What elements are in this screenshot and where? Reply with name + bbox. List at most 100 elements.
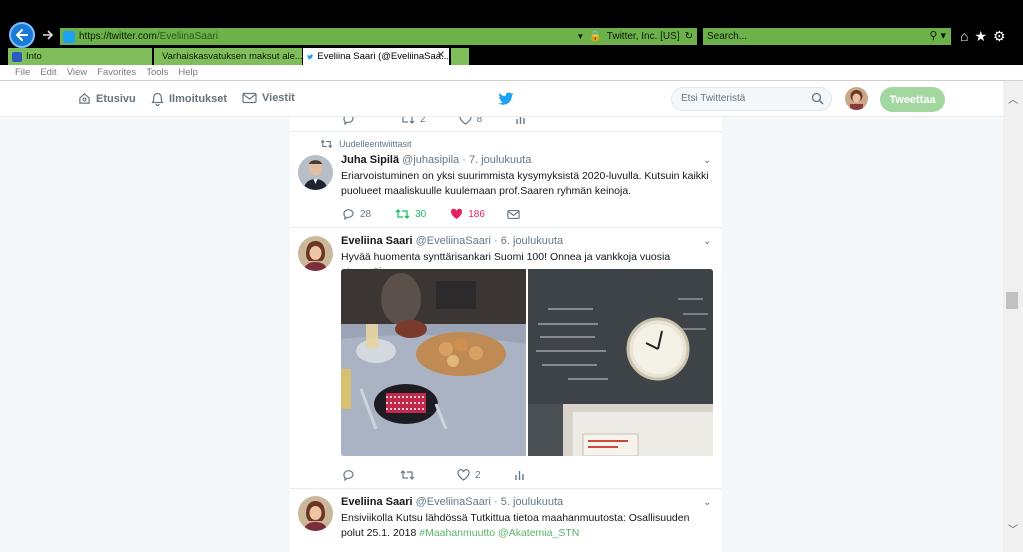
tab-into[interactable]: Into xyxy=(8,48,152,65)
browser-actions: ⌂ ★ ⚙ xyxy=(960,27,1006,45)
analytics-action[interactable] xyxy=(514,469,525,481)
retweet-icon xyxy=(320,139,333,149)
tweet-date[interactable]: · 7. joulukuuta xyxy=(462,154,531,166)
twitter-logo-icon[interactable] xyxy=(498,92,514,106)
url-host: twitter.com xyxy=(109,31,157,42)
favorites-star-icon[interactable]: ★ xyxy=(974,27,987,45)
url-scheme: https:// xyxy=(79,31,110,42)
analytics-action[interactable] xyxy=(515,117,526,125)
avatar[interactable] xyxy=(298,236,333,271)
site-identity[interactable]: Twitter, Inc. [US] xyxy=(607,31,680,42)
chevron-down-icon[interactable]: ⌄ xyxy=(703,497,711,508)
bell-icon xyxy=(151,92,164,106)
search-icon[interactable] xyxy=(811,92,824,105)
nav-home[interactable]: Etusivu xyxy=(78,92,136,105)
retweeted-text: Uudelleentwiittasit xyxy=(339,139,412,149)
heart-icon xyxy=(457,469,470,481)
author-handle[interactable]: @EveliinaSaari xyxy=(416,235,491,247)
avatar[interactable] xyxy=(298,155,333,190)
bar-chart-icon xyxy=(514,471,524,480)
scroll-thumb[interactable] xyxy=(1006,292,1018,309)
tweet-date[interactable]: · 5. joulukuuta xyxy=(494,496,563,508)
twitter-header: Etusivu Ilmoitukset Viestit Etsi Twitter… xyxy=(0,81,1003,117)
tweet-header: Juha Sipilä @juhasipila · 7. joulukuuta xyxy=(341,154,531,166)
left-column xyxy=(0,117,290,552)
back-button[interactable] xyxy=(9,22,35,48)
retweet-action[interactable]: 30 xyxy=(395,208,426,220)
nav-notifications[interactable]: Ilmoitukset xyxy=(151,92,227,106)
menu-view[interactable]: View xyxy=(67,67,87,78)
menu-help[interactable]: Help xyxy=(178,67,198,78)
tweet-date[interactable]: · 6. joulukuuta xyxy=(494,235,563,247)
dropdown-arrow-icon[interactable]: ▼ xyxy=(576,32,584,41)
close-tab-icon[interactable]: ✕ xyxy=(437,50,445,61)
lock-icon[interactable]: 🔒 xyxy=(589,31,601,42)
retweeted-label: Uudelleentwiittasit xyxy=(320,139,412,149)
hashtag-link[interactable]: #Maahanmuutto xyxy=(419,527,495,539)
tweet-actions: 2 8 xyxy=(342,117,526,125)
tweet-media[interactable] xyxy=(341,269,713,456)
tweet-actions: 2 xyxy=(342,469,525,481)
menu-tools[interactable]: Tools xyxy=(146,67,168,78)
message-action[interactable] xyxy=(507,209,520,220)
scroll-down-icon[interactable]: ﹀ xyxy=(1008,521,1018,536)
reply-action[interactable] xyxy=(342,469,355,481)
tab-varhaiskasvatus[interactable]: Varhaiskasvatuksen maksut ale... xyxy=(154,48,302,65)
avatar[interactable] xyxy=(298,496,333,531)
settings-gear-icon[interactable]: ⚙ xyxy=(993,27,1006,45)
home-icon[interactable]: ⌂ xyxy=(960,27,968,45)
new-tab-button[interactable] xyxy=(451,48,469,65)
browser-toolbar: https:// twitter.com /EveliinaSaari ▼ 🔒 … xyxy=(0,0,1023,48)
avatar-image xyxy=(845,87,868,110)
heart-icon xyxy=(458,117,472,125)
author-handle[interactable]: @juhasipila xyxy=(402,154,459,166)
arrow-left-icon xyxy=(16,29,28,41)
twitter-search-input[interactable]: Etsi Twitteristä xyxy=(671,87,832,111)
divider xyxy=(290,488,722,489)
chalkboard-clock-photo[interactable] xyxy=(528,269,713,456)
retweet-action[interactable]: 2 xyxy=(400,117,426,125)
refresh-icon[interactable]: ↻ xyxy=(685,31,693,42)
like-action[interactable]: 2 xyxy=(457,469,481,481)
author-handle[interactable]: @EveliinaSaari xyxy=(416,496,491,508)
like-action[interactable]: 8 xyxy=(458,117,482,125)
menu-file[interactable]: File xyxy=(15,67,30,78)
page-scrollbar[interactable]: ︿ ﹀ xyxy=(1003,81,1023,552)
avatar-image xyxy=(298,155,333,190)
mention-link[interactable]: @Akatemia_STN xyxy=(498,527,579,539)
address-bar[interactable]: https:// twitter.com /EveliinaSaari ▼ 🔒 … xyxy=(60,28,697,45)
browser-search-input[interactable]: Search... ⚲ ▾ xyxy=(703,28,951,45)
tweet-button[interactable]: Tweettaa xyxy=(880,87,945,112)
menu-bar: File Edit View Favorites Tools Help xyxy=(0,65,1023,81)
search-icon[interactable]: ⚲ ▾ xyxy=(929,29,946,42)
scroll-up-icon[interactable]: ︿ xyxy=(1008,91,1018,106)
tweet-actions: 28 30 186 xyxy=(342,208,520,220)
tweet-stream: 2 8 Uudelleentwiittasit Juha Sipilä @juh… xyxy=(290,117,722,552)
forward-button[interactable] xyxy=(40,27,56,43)
nav-messages[interactable]: Viestit xyxy=(242,92,295,104)
menu-favorites[interactable]: Favorites xyxy=(97,67,136,78)
menu-edit[interactable]: Edit xyxy=(40,67,56,78)
bar-chart-icon xyxy=(516,117,525,124)
envelope-icon xyxy=(242,92,257,104)
user-avatar[interactable] xyxy=(845,87,868,110)
reply-action[interactable] xyxy=(342,117,355,125)
author-name[interactable]: Eveliina Saari xyxy=(341,496,413,508)
tweet-header: Eveliina Saari @EveliinaSaari · 6. joulu… xyxy=(341,235,563,247)
retweet-icon xyxy=(400,470,415,480)
retweet-count: 30 xyxy=(415,208,427,220)
chevron-down-icon[interactable]: ⌄ xyxy=(703,236,711,247)
breakfast-table-photo[interactable] xyxy=(341,269,526,456)
author-name[interactable]: Eveliina Saari xyxy=(341,235,413,247)
reply-action[interactable]: 28 xyxy=(342,208,371,220)
chevron-down-icon[interactable]: ⌄ xyxy=(703,155,711,166)
tab-label: Varhaiskasvatuksen maksut ale... xyxy=(162,51,302,62)
like-action[interactable]: 186 xyxy=(450,208,485,220)
author-name[interactable]: Juha Sipilä xyxy=(341,154,399,166)
nav-messages-label: Viestit xyxy=(262,92,295,104)
reply-icon xyxy=(343,209,354,220)
like-count: 186 xyxy=(468,208,485,220)
retweet-action[interactable] xyxy=(400,469,415,481)
avatar-image xyxy=(298,236,333,271)
tab-twitter-active[interactable]: Eveliina Saari (@EveliinaSaa... ✕ xyxy=(303,48,449,65)
